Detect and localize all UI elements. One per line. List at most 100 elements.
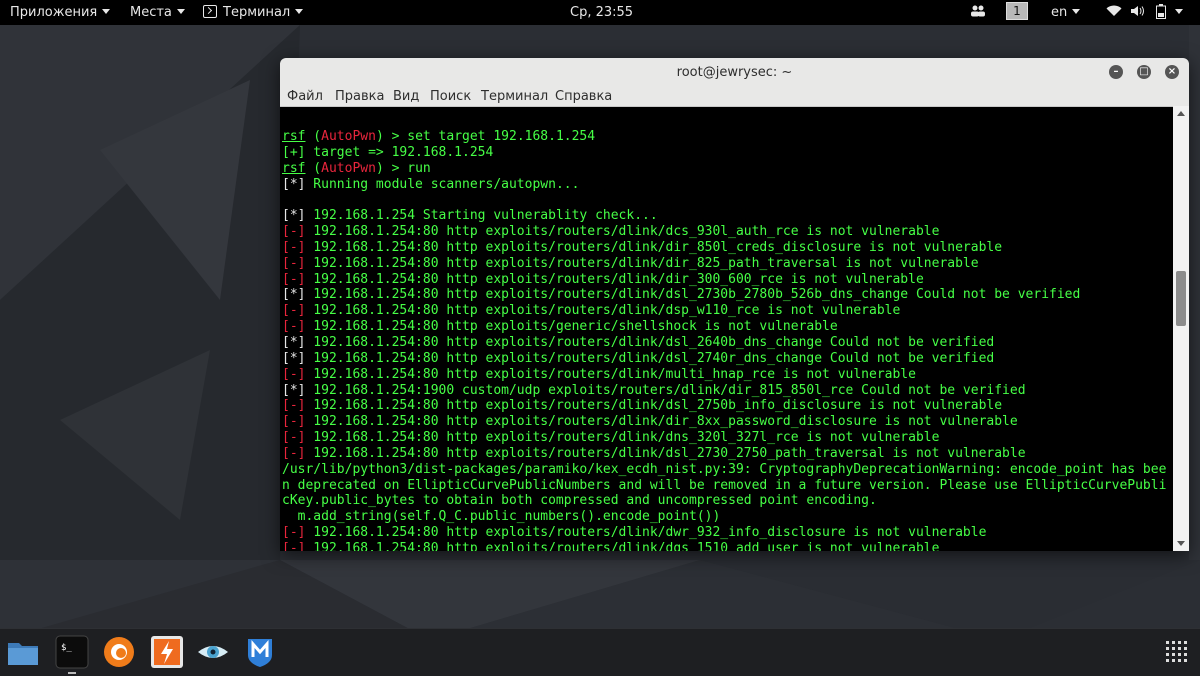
terminal-text: 192.168.1.254:80 http exploits/routers/d… bbox=[305, 350, 995, 366]
terminal-text: [-] bbox=[282, 239, 306, 255]
terminal-text: Running module scanners/autopwn... bbox=[305, 176, 580, 192]
terminal-line: cKey.public_bytes to obtain both compres… bbox=[282, 493, 1172, 509]
grid-dot bbox=[1184, 647, 1187, 650]
chevron-down-icon bbox=[1175, 9, 1184, 14]
terminal-line: [*] 192.168.1.254:80 http exploits/route… bbox=[282, 351, 1172, 367]
dock-burpsuite[interactable] bbox=[150, 635, 184, 669]
terminal-text: [*] bbox=[282, 176, 306, 192]
terminal-text: cKey.public_bytes to obtain both compres… bbox=[282, 493, 877, 509]
firefox-icon bbox=[104, 637, 134, 667]
terminal-line: [+] target => 192.168.1.254 bbox=[282, 145, 1172, 161]
terminal-text: m.add_string(self.Q_C.public_numbers().e… bbox=[282, 509, 721, 525]
system-status-menu[interactable] bbox=[1106, 0, 1184, 25]
dock-terminal[interactable]: $_ bbox=[55, 635, 89, 674]
terminal-line: [-] 192.168.1.254:80 http exploits/route… bbox=[282, 272, 1172, 288]
terminal-text: 192.168.1.254:80 http exploits/routers/d… bbox=[305, 271, 924, 287]
maximize-button[interactable]: □ bbox=[1137, 65, 1151, 79]
grid-dot bbox=[1172, 647, 1175, 650]
app-grid-icon[interactable] bbox=[1166, 641, 1187, 662]
menu-file[interactable]: Файл bbox=[287, 87, 323, 106]
terminal-text: [-] bbox=[282, 414, 306, 430]
terminal-text: 192.168.1.254:80 http exploits/routers/d… bbox=[305, 255, 979, 271]
chevron-down-icon bbox=[176, 9, 185, 14]
terminal-output[interactable]: rsf (AutoPwn) > set target 192.168.1.254… bbox=[282, 129, 1172, 551]
terminal-text: [*] bbox=[282, 334, 306, 350]
chevron-down-icon bbox=[1072, 9, 1081, 14]
menu-view[interactable]: Вид bbox=[393, 87, 419, 106]
window-titlebar[interactable]: root@jewrysec: ~ – □ × bbox=[280, 58, 1189, 87]
wifi-icon bbox=[1106, 5, 1122, 16]
places-menu[interactable]: Места bbox=[130, 0, 185, 25]
menu-edit[interactable]: Правка bbox=[335, 87, 384, 106]
terminal-line: [-] 192.168.1.254:80 http exploits/route… bbox=[282, 303, 1172, 319]
terminal-line: [-] 192.168.1.254:80 http exploits/route… bbox=[282, 224, 1172, 240]
terminal-line: [-] 192.168.1.254:80 http exploits/route… bbox=[282, 430, 1172, 446]
terminal-line: [-] 192.168.1.254:80 http exploits/gener… bbox=[282, 319, 1172, 335]
terminal-text: rsf bbox=[282, 129, 306, 144]
running-indicator bbox=[68, 672, 76, 674]
menu-terminal[interactable]: Терминал bbox=[481, 87, 548, 106]
volume-icon bbox=[1131, 6, 1145, 16]
terminal-line: rsf (AutoPwn) > run bbox=[282, 161, 1172, 177]
dock-metasploit[interactable] bbox=[243, 635, 277, 669]
terminal-text: ) > set target 192.168.1.254 bbox=[375, 129, 596, 144]
terminal-text: ( bbox=[305, 129, 322, 144]
terminal-text: [-] bbox=[282, 525, 306, 541]
minimize-button[interactable]: – bbox=[1109, 65, 1123, 79]
terminal-line: [-] 192.168.1.254:80 http exploits/route… bbox=[282, 367, 1172, 383]
terminal-text: 192.168.1.254:80 http exploits/routers/d… bbox=[305, 525, 987, 541]
terminal-text: [*] bbox=[282, 208, 306, 224]
chevron-down-icon bbox=[102, 9, 111, 14]
terminal-text: [-] bbox=[282, 540, 306, 551]
terminal-text: [*] bbox=[282, 382, 306, 398]
metasploit-icon bbox=[248, 639, 272, 667]
grid-dot bbox=[1166, 647, 1169, 650]
terminal-text: /usr/lib/python3/dist-packages/paramiko/… bbox=[282, 461, 1167, 477]
clock[interactable]: Ср, 23:55 bbox=[570, 0, 633, 25]
close-button[interactable]: × bbox=[1165, 65, 1179, 79]
scroll-down-icon[interactable] bbox=[1177, 541, 1185, 546]
terminal-line: [*] 192.168.1.254:80 http exploits/route… bbox=[282, 335, 1172, 351]
grid-dot bbox=[1166, 653, 1169, 656]
terminal-text: 192.168.1.254:1900 custom/udp exploits/r… bbox=[305, 382, 1026, 398]
menu-help[interactable]: Справка bbox=[555, 87, 612, 106]
terminal-scrollbar[interactable] bbox=[1173, 106, 1189, 551]
terminal-text: [*] bbox=[282, 287, 306, 303]
terminal-text: 192.168.1.254:80 http exploits/routers/d… bbox=[305, 366, 916, 382]
terminal-text: 192.168.1.254:80 http exploits/routers/d… bbox=[305, 287, 1081, 303]
grid-dot bbox=[1184, 653, 1187, 656]
dock-files[interactable] bbox=[6, 635, 40, 669]
menu-search[interactable]: Поиск bbox=[430, 87, 471, 106]
terminal-text: 192.168.1.254:80 http exploits/routers/d… bbox=[305, 540, 940, 551]
terminal-line: [*] 192.168.1.254:1900 custom/udp exploi… bbox=[282, 383, 1172, 399]
terminal-text: n deprecated on EllipticCurvePublicNumbe… bbox=[282, 477, 1167, 493]
terminal-line: [*] 192.168.1.254:80 http exploits/route… bbox=[282, 287, 1172, 303]
window-menubar: Файл Правка Вид Поиск Терминал Справка bbox=[280, 87, 1189, 107]
keyboard-layout-menu[interactable]: en bbox=[1051, 0, 1081, 25]
workspace-number: 1 bbox=[1006, 2, 1028, 20]
terminal-line: [-] 192.168.1.254:80 http exploits/route… bbox=[282, 446, 1172, 462]
terminal-app-menu[interactable]: Терминал bbox=[203, 0, 304, 25]
dock-eye-app[interactable] bbox=[196, 635, 230, 669]
terminal-small-icon bbox=[203, 5, 217, 18]
applications-menu[interactable]: Приложения bbox=[10, 0, 111, 25]
terminal-text: 192.168.1.254:80 http exploits/routers/d… bbox=[305, 334, 995, 350]
terminal-text: [-] bbox=[282, 271, 306, 287]
svg-text:$_: $_ bbox=[61, 643, 72, 653]
scroll-up-icon[interactable] bbox=[1177, 111, 1185, 116]
dock-firefox[interactable] bbox=[102, 635, 136, 669]
terminal-line: [-] 192.168.1.254:80 http exploits/route… bbox=[282, 240, 1172, 256]
grid-dot bbox=[1172, 659, 1175, 662]
terminal-icon: $_ bbox=[55, 635, 89, 669]
workspace-switcher[interactable]: 1 bbox=[1006, 0, 1028, 25]
terminal-window: root@jewrysec: ~ – □ × Файл Правка Вид П… bbox=[280, 58, 1189, 551]
scrollbar-thumb[interactable] bbox=[1176, 271, 1186, 326]
terminal-text: 192.168.1.254:80 http exploits/routers/d… bbox=[305, 414, 1018, 430]
terminal-text: 192.168.1.254 Starting vulnerablity chec… bbox=[305, 208, 658, 224]
minimize-icon: – bbox=[1113, 66, 1119, 77]
system-tray-people-icon[interactable] bbox=[970, 0, 986, 25]
terminal-line: [-] 192.168.1.254:80 http exploits/route… bbox=[282, 256, 1172, 272]
terminal-text: 192.168.1.254:80 http exploits/routers/d… bbox=[305, 239, 1003, 255]
terminal-text: AutoPwn bbox=[321, 129, 376, 144]
terminal-text: [-] bbox=[282, 430, 306, 446]
